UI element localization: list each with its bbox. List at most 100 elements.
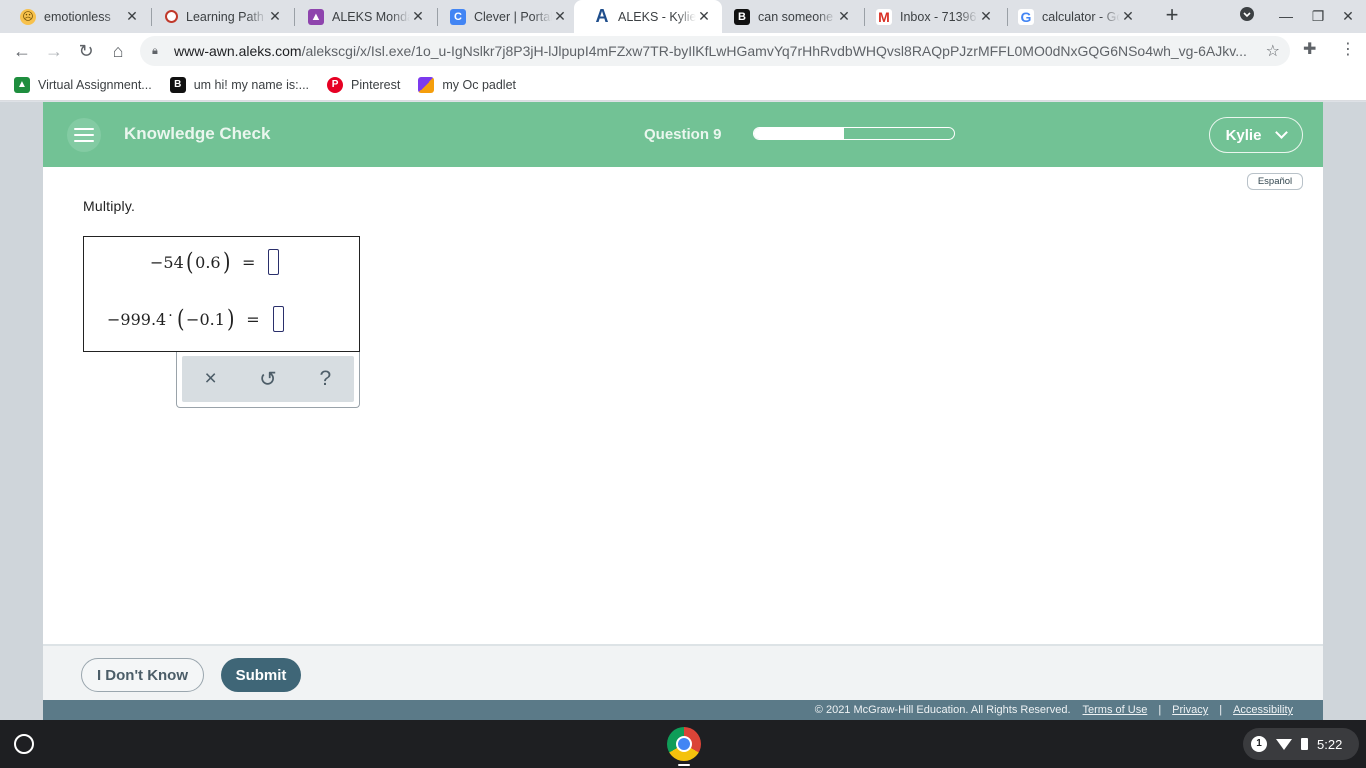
footer-separator: | [1158, 704, 1162, 716]
extensions-icon[interactable]: ✚ [1303, 39, 1316, 59]
running-indicator [678, 764, 690, 766]
brainly-icon: B [734, 8, 750, 25]
browser-tab[interactable]: Learning Path ✕ [145, 0, 293, 33]
user-menu-button[interactable]: Kylie [1209, 117, 1303, 153]
tab-title: Learning Path [186, 9, 264, 24]
chrome-app-icon[interactable] [667, 727, 701, 761]
terms-link[interactable]: Terms of Use [1083, 704, 1148, 716]
answer-input-1[interactable] [268, 249, 280, 275]
bookmark-item[interactable]: ▲ Virtual Assignment... [14, 76, 152, 93]
footer-separator: | [1219, 704, 1223, 716]
tab-close-icon[interactable]: ✕ [552, 8, 568, 25]
browser-tab[interactable]: G calculator - Go ✕ [998, 0, 1146, 33]
browser-tab[interactable]: ▲ ALEKS Monda ✕ [288, 0, 436, 33]
eq2-factor2: −0.1 [186, 309, 225, 329]
espanol-button[interactable]: Español [1247, 173, 1303, 190]
bookmark-label: um hi! my name is:... [193, 77, 310, 92]
right-paren: ) [226, 305, 235, 333]
accessibility-link[interactable]: Accessibility [1233, 704, 1293, 716]
tab-search-icon[interactable] [1237, 6, 1257, 26]
classroom-icon: ▲ [14, 76, 30, 93]
bookmark-label: Pinterest [351, 77, 401, 92]
launcher-icon[interactable] [14, 734, 34, 754]
tab-strip: ☹ emotionless ✕ Learning Path ✕ ▲ ALEKS … [0, 0, 1366, 33]
eq1-factor2: 0.6 [195, 252, 221, 272]
answer-tools-panel: × ↺ ? [176, 352, 360, 408]
left-paren: ( [185, 248, 194, 276]
url-text[interactable]: www-awn.aleks.com/alekscgi/x/Isl.exe/1o_… [174, 43, 1249, 59]
aleks-header: Knowledge Check Question 9 Kylie [43, 102, 1323, 167]
url-path: /alekscgi/x/Isl.exe/1o_u-IgNslkr7j8P3jH-… [301, 43, 1247, 59]
new-tab-button[interactable]: + [1160, 4, 1184, 28]
hamburger-menu-button[interactable] [67, 118, 101, 152]
browser-tab-active[interactable]: A ALEKS - Kylie ✕ [574, 0, 722, 33]
submit-button[interactable]: Submit [221, 658, 301, 692]
tab-close-icon[interactable]: ✕ [410, 8, 426, 25]
progress-fill [754, 128, 844, 139]
bookmarks-bar: ▲ Virtual Assignment... B um hi! my name… [0, 69, 1366, 101]
home-icon[interactable]: ⌂ [106, 39, 130, 63]
bookmark-item[interactable]: P Pinterest [327, 76, 401, 93]
i-dont-know-button[interactable]: I Don't Know [81, 658, 204, 692]
question-progress-bar [753, 127, 955, 140]
chevron-down-icon [1275, 126, 1289, 139]
left-paren: ( [176, 305, 185, 333]
bookmark-item[interactable]: my Oc padlet [418, 76, 517, 93]
tab-title: emotionless [44, 9, 111, 24]
user-name: Kylie [1225, 126, 1262, 144]
browser-tab[interactable]: M Inbox - 71396 ✕ [856, 0, 1004, 33]
eq1-factor1: −54 [150, 252, 184, 272]
restore-icon[interactable]: ❐ [1308, 6, 1328, 26]
bookmark-item[interactable]: B um hi! my name is:... [169, 76, 310, 93]
equals-sign: = [246, 309, 260, 329]
privacy-link[interactable]: Privacy [1172, 704, 1208, 716]
clever-icon: C [450, 8, 466, 25]
bookmark-star-icon[interactable]: ☆ [1266, 41, 1280, 61]
tab-close-icon[interactable]: ✕ [836, 8, 852, 25]
bookmark-label: my Oc padlet [442, 77, 517, 92]
back-icon[interactable]: ← [10, 39, 34, 63]
pinterest-icon: P [327, 76, 344, 93]
tab-close-icon[interactable]: ✕ [978, 8, 994, 25]
tab-title: ALEKS Monda [332, 9, 410, 24]
tab-title: calculator - Go [1042, 9, 1120, 24]
page-viewport: Knowledge Check Question 9 Kylie Español… [0, 102, 1366, 720]
reload-icon[interactable]: ↻ [74, 39, 98, 63]
status-tray[interactable]: 1 5:22 [1243, 728, 1359, 760]
clear-button[interactable]: × [196, 367, 226, 391]
tab-close-icon[interactable]: ✕ [124, 8, 140, 25]
browser-tab[interactable]: ☹ emotionless ✕ [0, 0, 150, 33]
minimize-icon[interactable]: — [1276, 6, 1296, 26]
browser-tab[interactable]: C Clever | Portal ✕ [430, 0, 578, 33]
wifi-icon [1276, 738, 1292, 750]
tab-close-icon[interactable]: ✕ [1120, 8, 1136, 25]
close-window-icon[interactable]: ✕ [1338, 6, 1358, 26]
undo-button[interactable]: ↺ [253, 367, 283, 392]
lock-icon[interactable]: 🔒︎ [152, 45, 166, 58]
tab-title: can someone [758, 9, 834, 24]
more-menu-icon[interactable]: ⋮ [1340, 39, 1356, 59]
equation-1: −54 ( 0.6 ) = [150, 248, 280, 276]
address-bar[interactable]: 🔒︎ www-awn.aleks.com/alekscgi/x/Isl.exe/… [140, 36, 1290, 66]
os-shelf: 1 5:22 [0, 720, 1366, 768]
notification-badge: 1 [1251, 736, 1267, 752]
problem-instruction: Multiply. [83, 198, 136, 214]
page-title: Knowledge Check [124, 124, 271, 143]
tab-title: Clever | Portal [474, 9, 552, 24]
browser-toolbar: ← → ↻ ⌂ 🔒︎ www-awn.aleks.com/alekscgi/x/… [0, 33, 1366, 69]
padlet-icon [418, 76, 435, 93]
action-bar: I Don't Know Submit [43, 644, 1323, 700]
eq2-factor1: −999.4 [107, 309, 167, 329]
copyright-text: © 2021 McGraw-Hill Education. All Rights… [814, 704, 1071, 716]
aleks-swirl-icon [165, 10, 178, 23]
forward-icon[interactable]: → [42, 39, 66, 63]
browser-tab[interactable]: B can someone ✕ [714, 0, 862, 33]
answer-input-2[interactable] [272, 306, 284, 332]
brainly-icon: B [169, 76, 186, 93]
tab-close-icon[interactable]: ✕ [696, 8, 712, 25]
equals-sign: = [241, 252, 256, 272]
bookmark-label: Virtual Assignment... [38, 77, 152, 92]
tab-close-icon[interactable]: ✕ [267, 8, 283, 25]
help-button[interactable]: ? [310, 367, 340, 391]
tab-title: ALEKS - Kylie [618, 9, 696, 24]
